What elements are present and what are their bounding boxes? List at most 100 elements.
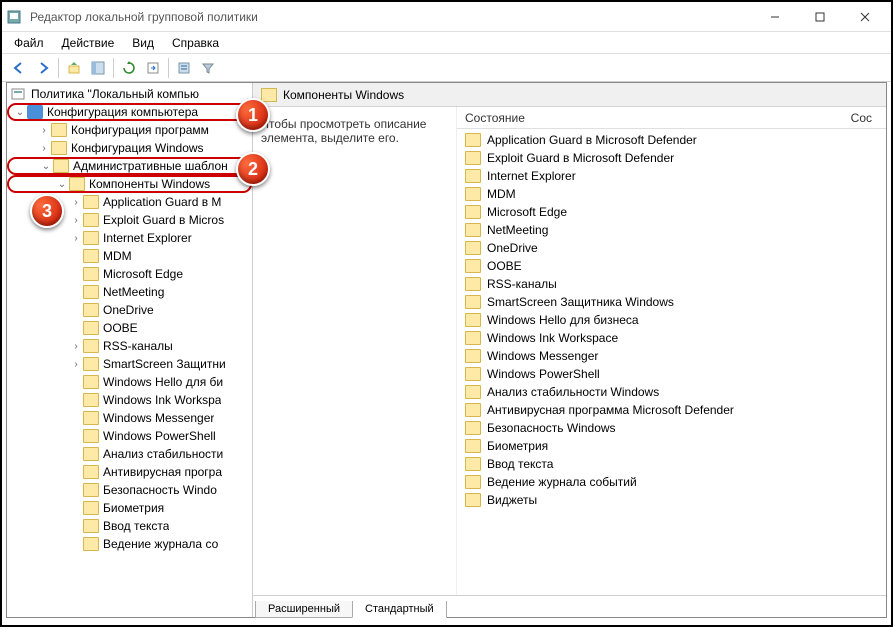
list-item[interactable]: Анализ стабильности Windows bbox=[457, 383, 886, 401]
list-item[interactable]: Windows Hello для бизнеса bbox=[457, 311, 886, 329]
tree-item[interactable]: Анализ стабильности bbox=[7, 445, 252, 463]
folder-icon bbox=[51, 141, 67, 155]
tree-item[interactable]: ›Internet Explorer bbox=[7, 229, 252, 247]
list-item[interactable]: NetMeeting bbox=[457, 221, 886, 239]
list-item[interactable]: Exploit Guard в Microsoft Defender bbox=[457, 149, 886, 167]
column-state[interactable]: Состояние bbox=[465, 111, 525, 125]
properties-button[interactable] bbox=[173, 57, 195, 79]
list-item[interactable]: SmartScreen Защитника Windows bbox=[457, 293, 886, 311]
expand-icon[interactable]: › bbox=[69, 359, 83, 370]
tree-item[interactable]: Windows Messenger bbox=[7, 409, 252, 427]
tree-item[interactable]: Ведение журнала со bbox=[7, 535, 252, 553]
list-item[interactable]: Windows PowerShell bbox=[457, 365, 886, 383]
tree-label: Ввод текста bbox=[103, 519, 169, 533]
show-tree-button[interactable] bbox=[87, 57, 109, 79]
tree-item[interactable]: Windows Hello для би bbox=[7, 373, 252, 391]
item-list[interactable]: Application Guard в Microsoft Defender Ex… bbox=[457, 129, 886, 511]
folder-icon bbox=[83, 231, 99, 245]
tab-extended[interactable]: Расширенный bbox=[255, 601, 353, 618]
tree-item[interactable]: Биометрия bbox=[7, 499, 252, 517]
list-item[interactable]: Антивирусная программа Microsoft Defende… bbox=[457, 401, 886, 419]
tree-item[interactable]: › SmartScreen Защитни bbox=[7, 355, 252, 373]
collapse-icon[interactable]: ⌄ bbox=[13, 107, 27, 118]
tree-admin-templates[interactable]: ⌄ Административные шаблон bbox=[7, 157, 252, 175]
tree-root[interactable]: Политика "Локальный компью bbox=[7, 85, 252, 103]
collapse-icon[interactable]: ⌄ bbox=[55, 179, 69, 190]
tree-software-config[interactable]: › Конфигурация программ bbox=[7, 121, 252, 139]
item-label: Microsoft Edge bbox=[487, 205, 567, 219]
list-item[interactable]: Ввод текста bbox=[457, 455, 886, 473]
tree-item[interactable]: Windows PowerShell bbox=[7, 427, 252, 445]
tree-item[interactable]: OneDrive bbox=[7, 301, 252, 319]
view-tabs: Расширенный Стандартный bbox=[253, 595, 886, 617]
item-label: Ведение журнала событий bbox=[487, 475, 637, 489]
list-item[interactable]: Microsoft Edge bbox=[457, 203, 886, 221]
tree-item[interactable]: MDM bbox=[7, 247, 252, 265]
folder-icon bbox=[465, 187, 481, 201]
tree-windows-config[interactable]: › Конфигурация Windows bbox=[7, 139, 252, 157]
tree-label: Биометрия bbox=[103, 501, 164, 515]
list-item[interactable]: Биометрия bbox=[457, 437, 886, 455]
tree-item[interactable]: Microsoft Edge bbox=[7, 265, 252, 283]
export-button[interactable] bbox=[142, 57, 164, 79]
tree-item[interactable]: ›RSS-каналы bbox=[7, 337, 252, 355]
tree-item[interactable]: Ввод текста bbox=[7, 517, 252, 535]
tree-label: OOBE bbox=[103, 321, 138, 335]
policy-icon bbox=[11, 87, 27, 101]
menu-file[interactable]: Файл bbox=[6, 34, 52, 52]
expand-icon[interactable]: › bbox=[37, 125, 51, 136]
tree-item[interactable]: Windows Ink Workspa bbox=[7, 391, 252, 409]
expand-icon[interactable]: › bbox=[69, 215, 83, 226]
tree-windows-components[interactable]: ⌄ Компоненты Windows bbox=[7, 175, 252, 193]
back-button[interactable] bbox=[8, 57, 30, 79]
expand-icon[interactable]: › bbox=[37, 143, 51, 154]
filter-button[interactable] bbox=[197, 57, 219, 79]
expand-icon[interactable]: › bbox=[69, 233, 83, 244]
list-item[interactable]: Internet Explorer bbox=[457, 167, 886, 185]
list-item[interactable]: Безопасность Windows bbox=[457, 419, 886, 437]
tree-pane[interactable]: Политика "Локальный компью ⌄ Конфигураци… bbox=[7, 83, 253, 617]
list-item[interactable]: Application Guard в Microsoft Defender bbox=[457, 131, 886, 149]
tree-item[interactable]: NetMeeting bbox=[7, 283, 252, 301]
titlebar: Редактор локальной групповой политики bbox=[2, 2, 891, 32]
column-state2[interactable]: Сос bbox=[851, 111, 872, 125]
minimize-button[interactable] bbox=[752, 3, 797, 31]
folder-icon bbox=[83, 213, 99, 227]
forward-button[interactable] bbox=[32, 57, 54, 79]
list-item[interactable]: RSS-каналы bbox=[457, 275, 886, 293]
collapse-icon[interactable]: ⌄ bbox=[39, 161, 53, 172]
tree-label: Конфигурация Windows bbox=[71, 141, 204, 155]
list-item[interactable]: OneDrive bbox=[457, 239, 886, 257]
folder-icon bbox=[83, 465, 99, 479]
folder-icon bbox=[465, 205, 481, 219]
expand-icon[interactable]: › bbox=[69, 341, 83, 352]
folder-icon bbox=[83, 501, 99, 515]
menu-help[interactable]: Справка bbox=[164, 34, 227, 52]
folder-icon bbox=[465, 475, 481, 489]
tree-label: SmartScreen Защитни bbox=[103, 357, 226, 371]
list-item[interactable]: Windows Messenger bbox=[457, 347, 886, 365]
list-item[interactable]: Виджеты bbox=[457, 491, 886, 509]
tree-label: Microsoft Edge bbox=[103, 267, 183, 281]
tree-item[interactable]: Антивирусная програ bbox=[7, 463, 252, 481]
tab-standard[interactable]: Стандартный bbox=[352, 601, 447, 618]
menu-action[interactable]: Действие bbox=[54, 34, 123, 52]
folder-icon bbox=[465, 367, 481, 381]
folder-icon bbox=[83, 249, 99, 263]
tree-item[interactable]: OOBE bbox=[7, 319, 252, 337]
tree-item[interactable]: Безопасность Windo bbox=[7, 481, 252, 499]
up-button[interactable] bbox=[63, 57, 85, 79]
expand-icon[interactable]: › bbox=[69, 197, 83, 208]
column-headers[interactable]: Состояние Сос bbox=[457, 107, 886, 129]
list-item[interactable]: Windows Ink Workspace bbox=[457, 329, 886, 347]
menu-view[interactable]: Вид bbox=[124, 34, 162, 52]
close-button[interactable] bbox=[842, 3, 887, 31]
maximize-button[interactable] bbox=[797, 3, 842, 31]
list-item[interactable]: OOBE bbox=[457, 257, 886, 275]
item-label: Exploit Guard в Microsoft Defender bbox=[487, 151, 674, 165]
list-item[interactable]: Ведение журнала событий bbox=[457, 473, 886, 491]
tree-computer-config[interactable]: ⌄ Конфигурация компьютера bbox=[7, 103, 252, 121]
list-item[interactable]: MDM bbox=[457, 185, 886, 203]
folder-icon bbox=[465, 439, 481, 453]
refresh-button[interactable] bbox=[118, 57, 140, 79]
